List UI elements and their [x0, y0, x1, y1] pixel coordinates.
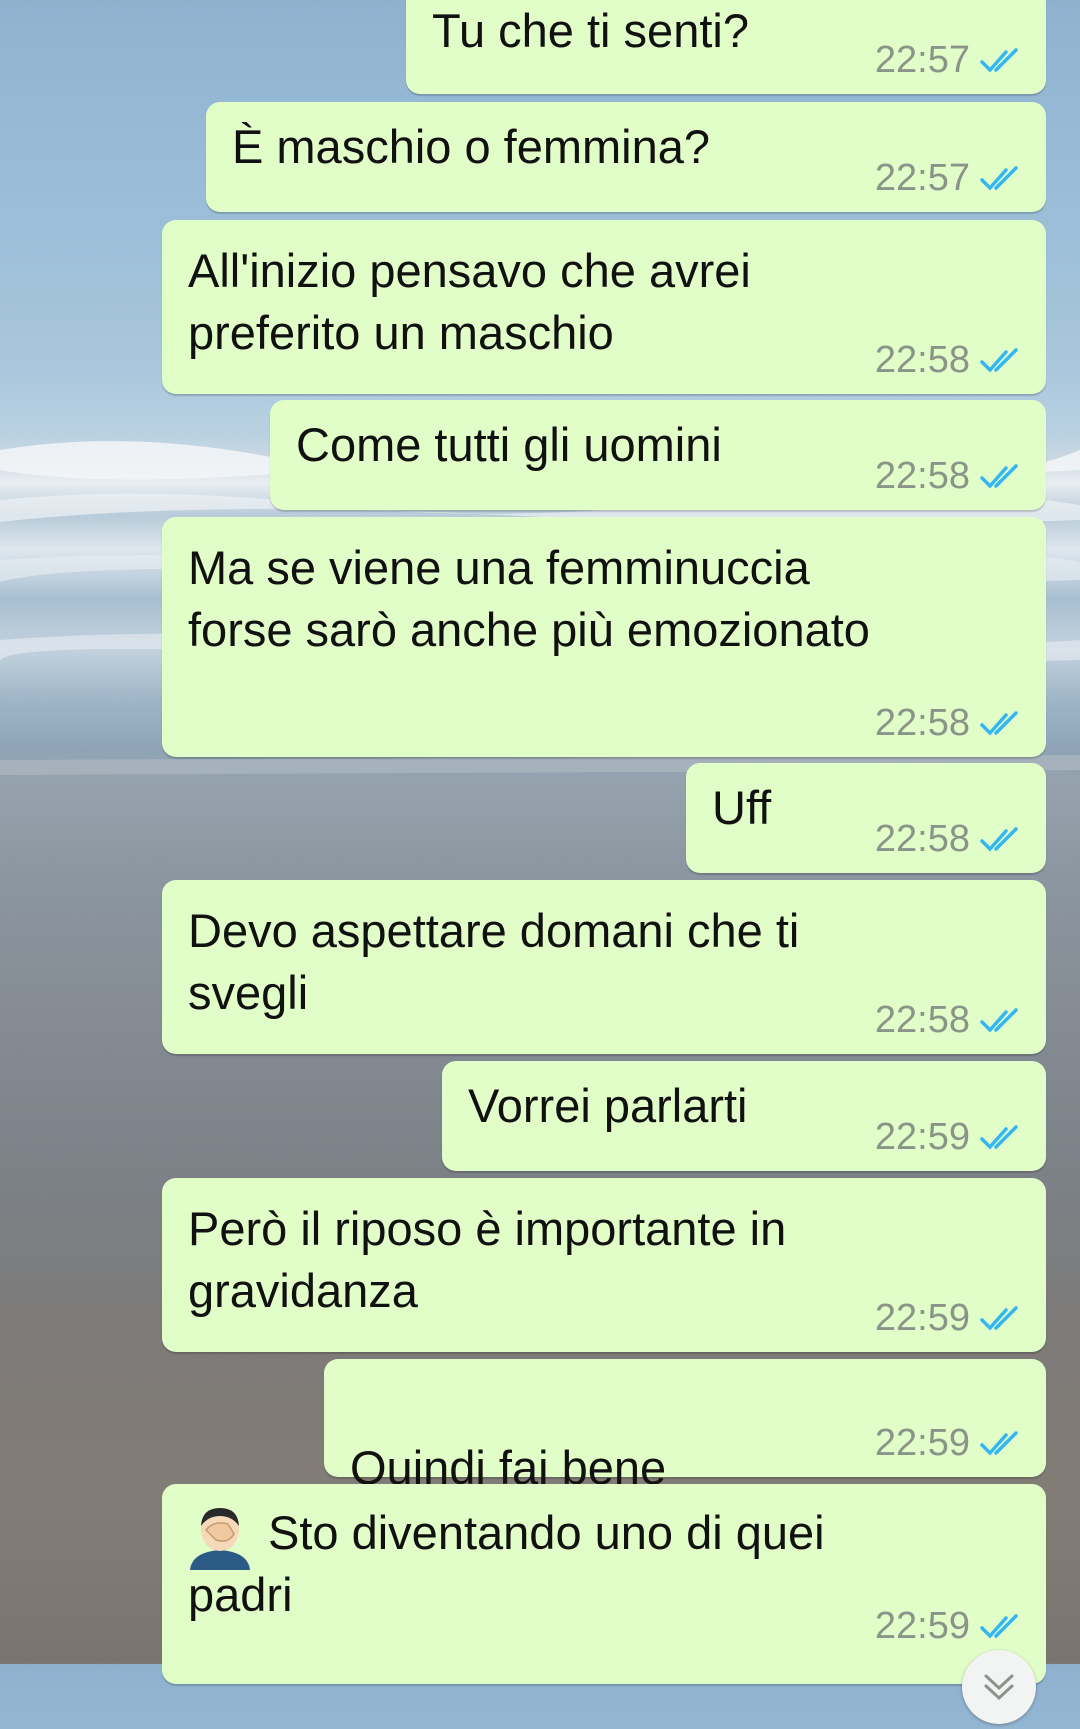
message-bubble[interactable]: Devo aspettare domani che ti svegli 22:5…	[162, 880, 1046, 1054]
message-text: All'inizio pensavo che avrei preferito u…	[188, 244, 751, 359]
read-ticks-icon	[980, 710, 1018, 736]
message-meta: 22:59	[875, 1422, 1024, 1465]
message-text: È maschio o femmina?	[232, 120, 711, 173]
message-text: Devo aspettare domani che ti svegli	[188, 904, 800, 1019]
message-time: 22:58	[874, 818, 970, 860]
message-bubble[interactable]: Tu che ti senti? 22:57	[406, 0, 1046, 94]
read-ticks-icon	[980, 1007, 1018, 1033]
message-bubble[interactable]: Come tutti gli uomini 22:58	[270, 400, 1046, 510]
message-time: 22:59	[874, 1422, 970, 1464]
message-time: 22:58	[874, 455, 970, 497]
message-bubble[interactable]: Quindi fai bene 22:59	[324, 1359, 1046, 1557]
read-ticks-icon	[980, 1613, 1018, 1639]
message-bubble[interactable]: È maschio o femmina? 22:57	[206, 102, 1046, 212]
message-meta: 22:59	[875, 1297, 1024, 1340]
message-bubble[interactable]: Vorrei parlarti 22:59	[442, 1061, 1046, 1171]
message-text: Però il riposo è importante in gravidanz…	[188, 1202, 787, 1317]
message-meta: 22:58	[875, 818, 1024, 861]
message-text: Uff	[712, 781, 772, 834]
scroll-to-bottom-button[interactable]	[962, 1650, 1036, 1724]
message-meta: 22:59	[875, 1605, 1024, 1648]
message-time: 22:59	[874, 1116, 970, 1158]
message-text: Tu che ti senti?	[432, 4, 749, 57]
message-meta: 22:57	[875, 39, 1024, 82]
message-text: Ma se viene una femminuccia forse sarò a…	[188, 541, 870, 656]
message-bubble[interactable]: Uff 22:58	[686, 763, 1046, 873]
message-bubble[interactable]: All'inizio pensavo che avrei preferito u…	[162, 220, 1046, 394]
read-ticks-icon	[980, 347, 1018, 373]
read-ticks-icon	[980, 463, 1018, 489]
message-meta: 22:58	[875, 702, 1024, 745]
message-bubble[interactable]: Però il riposo è importante in gravidanz…	[162, 1178, 1046, 1352]
message-time: 22:58	[874, 999, 970, 1041]
message-time: 22:57	[874, 39, 970, 81]
message-meta: 22:57	[875, 157, 1024, 200]
message-time: 22:58	[874, 339, 970, 381]
read-ticks-icon	[980, 1430, 1018, 1456]
message-text: Come tutti gli uomini	[296, 418, 722, 471]
message-time: 22:59	[874, 1297, 970, 1339]
message-time: 22:59	[874, 1605, 970, 1647]
message-meta: 22:58	[875, 339, 1024, 382]
read-ticks-icon	[980, 826, 1018, 852]
read-ticks-icon	[980, 165, 1018, 191]
message-time: 22:57	[874, 157, 970, 199]
message-bubble[interactable]: Ma se viene una femminuccia forse sarò a…	[162, 517, 1046, 757]
message-bubble[interactable]: Sto diventando uno di quei padri 22:59	[162, 1484, 1046, 1724]
message-time: 22:58	[874, 702, 970, 744]
message-list[interactable]: Tu che ti senti? 22:57 È maschio o femmi…	[0, 0, 1080, 1724]
read-ticks-icon	[980, 1124, 1018, 1150]
message-text: Vorrei parlarti	[468, 1079, 748, 1132]
message-meta: 22:59	[875, 1116, 1024, 1159]
message-text: Sto diventando uno di quei padri	[188, 1506, 825, 1621]
chevron-down-icon	[984, 1674, 1014, 1701]
message-meta: 22:58	[875, 999, 1024, 1042]
message-meta: 22:58	[875, 455, 1024, 498]
read-ticks-icon	[980, 47, 1018, 73]
read-ticks-icon	[980, 1305, 1018, 1331]
